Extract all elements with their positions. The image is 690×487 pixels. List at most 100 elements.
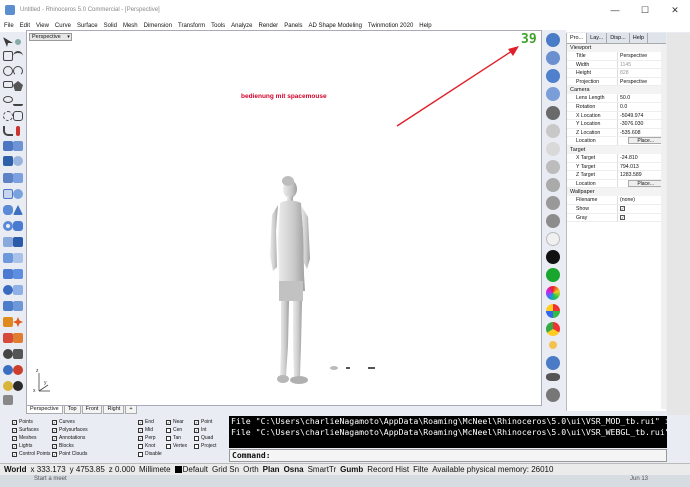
mesh-icon[interactable] [3, 237, 13, 247]
menu-help[interactable]: Help [419, 23, 431, 29]
osnap-quad[interactable]: Quad [194, 435, 213, 441]
sphere-icon[interactable] [13, 189, 23, 199]
grid-sphere-icon[interactable] [546, 33, 560, 47]
box-icon[interactable] [3, 189, 13, 199]
menu-tools[interactable]: Tools [211, 23, 225, 29]
freeform-icon[interactable] [13, 96, 23, 106]
tab-properties[interactable]: Pro... [567, 33, 588, 43]
gray-sphere-icon[interactable] [546, 214, 560, 228]
move-icon[interactable] [3, 269, 13, 279]
ellipse-icon[interactable] [3, 96, 13, 103]
menu-edit[interactable]: Edit [20, 23, 30, 29]
ortho-toggle[interactable]: Orth [243, 465, 259, 474]
rendered-sphere-icon[interactable] [546, 124, 560, 138]
point-icon[interactable] [15, 39, 21, 45]
taskbar-start-meeting[interactable]: Start a meet [34, 476, 67, 482]
osnap-knot[interactable]: Knot [138, 443, 155, 449]
osnap-int[interactable]: ✓ Int [194, 427, 207, 433]
helix-icon[interactable] [3, 111, 13, 121]
osnap-mid[interactable]: ✓ Mid [138, 427, 153, 433]
loft-icon[interactable] [13, 141, 23, 151]
osnap-vertex[interactable]: Vertex [166, 443, 187, 449]
toolbar-more-icon[interactable] [3, 395, 13, 405]
rotate-360-icon[interactable] [546, 373, 560, 381]
mirror-icon[interactable] [3, 301, 13, 311]
multicolor-icon[interactable] [546, 304, 560, 318]
filter-meshes[interactable]: ✓ Meshes [12, 435, 37, 441]
y-location-field[interactable]: -3076.030 [617, 120, 666, 128]
copy-icon[interactable] [13, 269, 23, 279]
x-target-field[interactable]: -24.810 [617, 153, 666, 162]
rotation-field[interactable]: 0.0 [617, 102, 666, 111]
network-surface-icon[interactable] [3, 173, 13, 183]
revolve-icon[interactable] [13, 156, 23, 166]
menu-twinmotion[interactable]: Twinmotion 2020 [368, 23, 413, 29]
ghosted-sphere-icon[interactable] [546, 87, 560, 101]
filter-polysurfaces[interactable]: ✓ Polysurfaces [52, 427, 88, 433]
sun-icon[interactable] [549, 341, 557, 349]
environment-icon[interactable] [546, 356, 560, 370]
circle-icon[interactable] [3, 66, 13, 76]
split-icon[interactable] [13, 333, 23, 343]
tab-perspective[interactable]: Perspective [26, 406, 63, 414]
menu-file[interactable]: File [4, 23, 14, 29]
osnap-end[interactable]: ✓ End [138, 419, 154, 425]
polygon-icon[interactable] [13, 81, 23, 91]
maximize-button[interactable]: ☐ [630, 0, 660, 20]
green-sphere-icon[interactable] [546, 268, 560, 282]
filename-select[interactable]: (none) [617, 196, 666, 204]
material-icon[interactable] [13, 365, 23, 375]
title-field[interactable]: Perspective [617, 52, 666, 60]
add-viewport-tab-button[interactable]: + [125, 406, 137, 414]
tab-help[interactable]: Help [630, 33, 649, 43]
record-history-toggle[interactable]: Record Hist [367, 465, 409, 474]
menu-mesh[interactable]: Mesh [123, 23, 138, 29]
z-target-field[interactable]: 1283.589 [617, 171, 666, 179]
menu-ad-shape-modeling[interactable]: AD Shape Modeling [309, 23, 362, 29]
tab-display[interactable]: Disp... [607, 33, 630, 43]
turntable-icon[interactable] [546, 388, 560, 402]
menu-solid[interactable]: Solid [104, 23, 117, 29]
color-wheel-icon[interactable] [546, 286, 560, 300]
shell-icon[interactable] [13, 253, 23, 263]
tab-right[interactable]: Right [103, 406, 125, 414]
gray-checkbox[interactable]: ✓ [620, 214, 625, 220]
menu-curve[interactable]: Curve [55, 23, 71, 29]
command-input[interactable]: Command: [229, 449, 667, 462]
white-sphere-icon[interactable] [546, 232, 560, 246]
grid-snap-toggle[interactable]: Grid Sn [212, 465, 239, 474]
cylinder-icon[interactable] [3, 205, 13, 215]
osnap-perp[interactable]: ✓ Perp [138, 435, 156, 441]
menu-view[interactable]: View [36, 23, 49, 29]
y-target-field[interactable]: 794.013 [617, 162, 666, 171]
osnap-point[interactable]: ✓ Point [194, 419, 212, 425]
viewport-title-tab[interactable]: Perspective ▾ [29, 33, 72, 41]
boolean-union-icon[interactable] [13, 221, 23, 231]
rotate-icon[interactable] [3, 285, 13, 295]
curve-icon[interactable] [13, 51, 23, 61]
menu-transform[interactable]: Transform [178, 23, 205, 29]
filter-lights[interactable]: ✓ Lights [12, 443, 32, 449]
osnap-tan[interactable]: Tan [166, 435, 181, 441]
filter-annotations[interactable]: ✓ Annotations [52, 435, 85, 441]
filter-control-points[interactable]: ✓ Control Points [12, 451, 50, 457]
tab-front[interactable]: Front [81, 406, 103, 414]
filter-blocks[interactable]: ✓ Blocks [52, 443, 74, 449]
filter-toggle[interactable]: Filte [413, 465, 428, 474]
cplane-world[interactable]: World [4, 465, 27, 474]
perspective-viewport[interactable]: Perspective ▾ 39 bedienung mit spacemous… [26, 30, 542, 406]
z-location-field[interactable]: -535.608 [617, 128, 666, 137]
scale-icon[interactable] [13, 285, 23, 295]
sweep-icon[interactable] [3, 156, 13, 166]
filter-point-clouds[interactable]: ✓ Point Clouds [52, 451, 87, 457]
pen-sphere-icon[interactable] [546, 196, 560, 210]
menu-analyze[interactable]: Analyze [231, 23, 252, 29]
technical-sphere-icon[interactable] [546, 160, 560, 174]
tab-layers[interactable]: Lay... [587, 33, 608, 43]
fillet-icon[interactable] [3, 126, 13, 136]
arc-icon[interactable] [13, 66, 23, 76]
xray-sphere-icon[interactable] [546, 142, 560, 156]
osnap-disable[interactable]: Disable [138, 451, 162, 457]
x-location-field[interactable]: -5049.974 [617, 111, 666, 120]
show-checkbox[interactable]: ✓ [620, 205, 625, 211]
